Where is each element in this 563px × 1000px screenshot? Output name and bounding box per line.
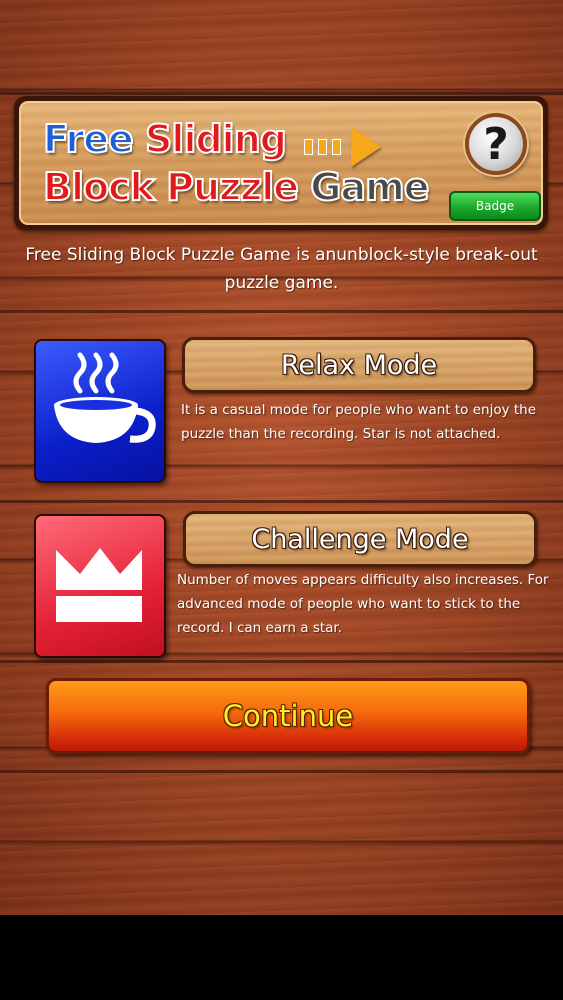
logo-word-sliding: Sliding xyxy=(144,116,288,162)
plank-divider xyxy=(0,92,563,95)
game-description: Free Sliding Block Puzzle Game is anunbl… xyxy=(25,245,538,293)
help-button[interactable]: ? xyxy=(465,113,527,175)
question-mark-icon: ? xyxy=(483,118,509,170)
relax-mode-button[interactable]: Relax Mode xyxy=(182,337,536,393)
arrow-head-icon xyxy=(351,127,381,167)
logo-word-free: Free xyxy=(42,116,135,162)
logo-word-game: Game xyxy=(309,164,430,210)
continue-button[interactable]: Continue xyxy=(46,678,530,754)
challenge-mode-icon-button[interactable] xyxy=(34,514,166,658)
title-banner-panel: Free Sliding Block Puzzle Game ? Badge xyxy=(19,101,543,225)
arrow-icon xyxy=(304,139,354,155)
challenge-mode-button[interactable]: Challenge Mode xyxy=(183,511,537,567)
plank-divider xyxy=(0,770,563,773)
logo-word-block-puzzle: Block Puzzle xyxy=(42,164,300,210)
plank-divider xyxy=(0,660,563,663)
logo-title-line-1: Free Sliding xyxy=(42,116,288,162)
title-banner: Free Sliding Block Puzzle Game ? Badge xyxy=(14,96,548,230)
relax-mode-description: It is a casual mode for people who want … xyxy=(181,402,537,442)
challenge-mode-description: Number of moves appears difficulty also … xyxy=(177,572,549,636)
crown-icon xyxy=(56,548,142,622)
plank-divider xyxy=(0,500,563,503)
bottom-black-bar xyxy=(0,915,563,1000)
coffee-cup-icon xyxy=(54,352,156,443)
logo-title-line-2: Block Puzzle Game xyxy=(42,164,431,210)
plank-divider xyxy=(0,310,563,313)
relax-mode-icon-button[interactable] xyxy=(34,339,166,483)
badge-button[interactable]: Badge xyxy=(449,191,541,221)
